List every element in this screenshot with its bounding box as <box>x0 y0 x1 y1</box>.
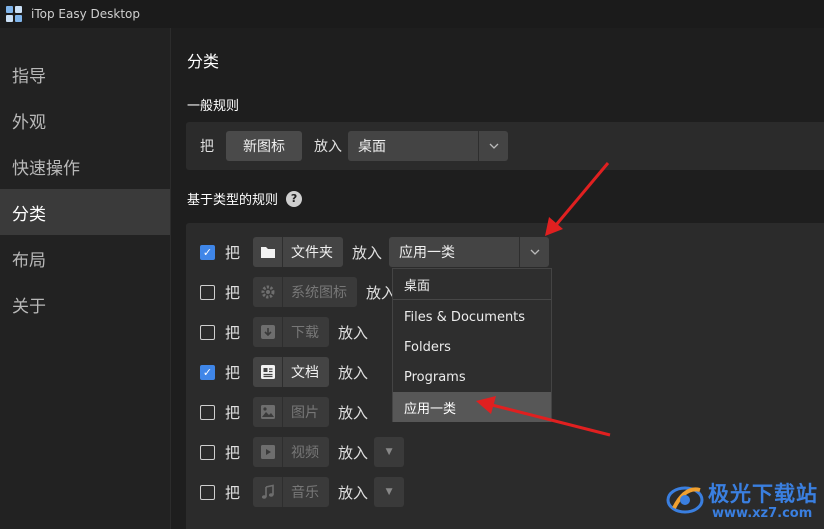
sidebar-item-layout[interactable]: 布局 <box>0 235 170 281</box>
rule-row-downloads: 把 下载 放入 <box>200 316 368 348</box>
dropdown-option-files-documents[interactable]: Files & Documents <box>393 302 551 332</box>
rule-prefix-label: 把 <box>225 243 241 262</box>
rule-prefix-label: 把 <box>225 323 241 342</box>
type-name: 图片 <box>291 405 320 421</box>
type-chip-music: 音乐 <box>253 477 330 507</box>
help-icon[interactable]: ? <box>286 190 303 207</box>
rule-prefix-label: 把 <box>225 483 241 502</box>
type-name: 音乐 <box>291 485 320 501</box>
type-chip-system-icons: 系统图标 <box>253 277 358 307</box>
dropdown-option-desktop[interactable]: 桌面 <box>393 269 551 300</box>
window-title: iTop Easy Desktop <box>31 7 140 21</box>
type-name: 文档 <box>291 365 320 381</box>
target-dropdown-list: 桌面 Files & Documents Folders Programs 应用… <box>392 268 552 422</box>
type-rules-heading: 基于类型的规则 ? <box>187 189 303 208</box>
type-chip-documents[interactable]: 文档 <box>253 357 330 387</box>
rule-put-label: 放入 <box>352 243 383 262</box>
rule-put-label: 放入 <box>338 483 369 502</box>
document-icon <box>253 357 284 387</box>
type-chip-downloads: 下载 <box>253 317 330 347</box>
download-icon <box>253 317 284 347</box>
rule-row-music: 把 音乐 放入 ▼ <box>200 476 405 508</box>
general-target-value: 桌面 <box>358 139 386 155</box>
general-rule-box: 把 新图标 放入 桌面 <box>186 122 824 170</box>
general-prefix-label: 把 <box>200 139 214 155</box>
sidebar-item-about[interactable]: 关于 <box>0 281 170 327</box>
rule-put-label: 放入 <box>338 323 369 342</box>
rule-row-folder: ✓ 把 文件夹 放入 应用一类 <box>200 236 550 268</box>
rule-target-value: 应用一类 <box>399 245 456 261</box>
type-chip-images: 图片 <box>253 397 330 427</box>
app-logo-icon <box>6 6 22 22</box>
gear-icon <box>253 277 284 307</box>
rule-row-images: 把 图片 放入 <box>200 396 368 428</box>
rule-row-system-icons: 把 系统图标 放入 <box>200 276 396 308</box>
dropdown-option-folders[interactable]: Folders <box>393 332 551 362</box>
rule-prefix-label: 把 <box>225 283 241 302</box>
rule-put-label: 放入 <box>338 363 369 382</box>
rule-checkbox-documents[interactable]: ✓ <box>200 364 215 380</box>
rule-checkbox-downloads[interactable] <box>200 324 215 340</box>
rule-checkbox-videos[interactable] <box>200 444 215 460</box>
type-rules-heading-text: 基于类型的规则 <box>187 193 279 208</box>
rule-checkbox-folder[interactable]: ✓ <box>200 244 215 260</box>
watermark-url: www.xz7.com <box>712 506 813 521</box>
sidebar-item-guide[interactable]: 指导 <box>0 51 170 97</box>
rule-checkbox-music[interactable] <box>200 484 215 500</box>
sidebar: 指导 外观 快速操作 分类 布局 关于 <box>0 28 171 529</box>
type-name: 视频 <box>291 445 320 461</box>
rule-checkbox-system-icons[interactable] <box>200 284 215 300</box>
general-rules-heading: 一般规则 <box>187 95 239 114</box>
type-chip-folder[interactable]: 文件夹 <box>253 237 344 267</box>
dropdown-option-programs[interactable]: Programs <box>393 362 551 392</box>
page-title: 分类 <box>187 52 220 71</box>
rule-prefix-label: 把 <box>225 363 241 382</box>
general-target-select[interactable]: 桌面 <box>348 131 508 161</box>
watermark-logo-icon <box>666 486 704 514</box>
dropdown-option-app-category[interactable]: 应用一类 <box>393 392 551 422</box>
music-icon <box>253 477 284 507</box>
main-panel: 分类 一般规则 把 新图标 放入 桌面 基于类型的规则 ? ✓ 把 文件夹 放入… <box>172 28 824 529</box>
image-icon <box>253 397 284 427</box>
video-icon <box>253 437 284 467</box>
rule-put-label: 放入 <box>338 403 369 422</box>
type-name: 下载 <box>291 325 320 341</box>
rule-row-documents: ✓ 把 文档 放入 <box>200 356 368 388</box>
rule-prefix-label: 把 <box>225 403 241 422</box>
rule-target-select-music: ▼ <box>374 477 405 507</box>
sidebar-item-categories[interactable]: 分类 <box>0 189 170 235</box>
sidebar-item-appearance[interactable]: 外观 <box>0 97 170 143</box>
general-rules-heading-text: 一般规则 <box>187 99 240 114</box>
chevron-down-icon[interactable] <box>478 131 508 161</box>
type-name: 系统图标 <box>291 285 348 301</box>
type-name: 文件夹 <box>291 245 334 261</box>
rule-target-select-folder[interactable]: 应用一类 <box>389 237 550 267</box>
general-put-label: 放入 <box>314 139 342 155</box>
rule-row-videos: 把 视频 放入 ▼ <box>200 436 405 468</box>
rule-prefix-label: 把 <box>225 443 241 462</box>
sidebar-item-quick-actions[interactable]: 快速操作 <box>0 143 170 189</box>
rule-checkbox-images[interactable] <box>200 404 215 420</box>
rule-target-select-videos: ▼ <box>374 437 405 467</box>
type-chip-videos: 视频 <box>253 437 330 467</box>
folder-icon <box>253 237 284 267</box>
watermark-text: 极光下载站 <box>708 482 818 506</box>
title-bar: iTop Easy Desktop <box>0 0 824 28</box>
new-icon-button[interactable]: 新图标 <box>226 131 302 161</box>
chevron-down-icon[interactable] <box>519 237 549 267</box>
rule-put-label: 放入 <box>338 443 369 462</box>
watermark: 极光下载站 www.xz7.com <box>660 474 820 526</box>
